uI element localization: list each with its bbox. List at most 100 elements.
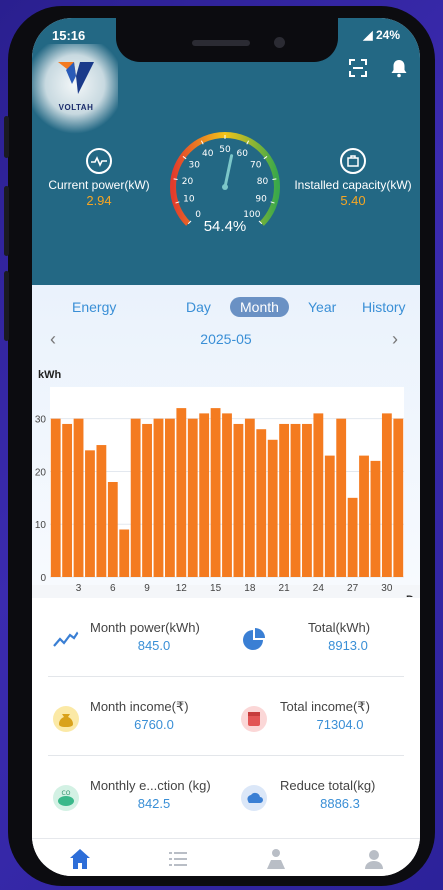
current-power-label: Current power(kW)	[48, 178, 150, 192]
brand-logo: VOLTAH	[54, 58, 98, 116]
month-power-label: Month power(kWh)	[90, 620, 200, 635]
user-icon[interactable]	[362, 847, 386, 871]
bar-day-10	[153, 418, 164, 577]
bar-day-30	[381, 413, 392, 577]
phone-side-button	[4, 186, 9, 256]
list-icon[interactable]	[166, 847, 190, 871]
stats-row-power: Month power(kWh) 845.0 Total(kWh) 8913.0	[32, 598, 420, 676]
tab-year[interactable]: Year	[308, 297, 336, 317]
month-navigator: ‹ 2025-05 ›	[32, 329, 420, 351]
x-tick-label: 21	[279, 583, 291, 594]
gauge-tick-label: 80	[257, 177, 269, 187]
bar-day-4	[85, 450, 95, 577]
bar-day-23	[302, 423, 312, 577]
bar-day-16	[222, 413, 232, 577]
x-tick-label: 24	[313, 583, 325, 594]
gauge-tick-label: 90	[255, 195, 267, 205]
gauge-tick	[272, 178, 277, 180]
tab-history[interactable]: History	[362, 297, 406, 317]
trend-chart-icon	[53, 631, 79, 647]
summary-stats: Month power(kWh) 845.0 Total(kWh) 8913.0…	[32, 598, 420, 838]
x-tick-label: 15	[210, 583, 222, 594]
app-screen: 15:16 ◢ 24% VOLTAH Current power(kW) 2.9…	[32, 18, 420, 876]
next-month-button[interactable]: ›	[392, 329, 398, 350]
reduce-total-cell[interactable]: Reduce total(kg) 8886.3	[226, 756, 420, 834]
reduce-total-label: Reduce total(kg)	[280, 778, 376, 793]
total-income-label: Total income(₹)	[280, 699, 370, 714]
installed-capacity-label: Installed capacity(kW)	[294, 178, 412, 192]
installed-capacity-value: 5.40	[340, 193, 366, 208]
total-income-value: 71304.0	[316, 717, 364, 732]
wallet-icon	[241, 706, 267, 732]
bar-day-6	[107, 482, 118, 577]
x-tick-label: 27	[347, 583, 359, 594]
scan-icon[interactable]	[348, 58, 368, 78]
gauge-tick	[173, 178, 178, 180]
bar-day-3	[73, 418, 84, 577]
total-power-cell[interactable]: Total(kWh) 8913.0	[226, 598, 420, 676]
bar-day-7	[119, 529, 130, 577]
gauge-tick-label: 70	[250, 161, 262, 171]
bar-day-26	[336, 418, 347, 577]
month-income-value: 6760.0	[134, 717, 174, 732]
pulse-icon	[86, 148, 112, 174]
energy-chart-card: Energy Day Month Year History ‹ 2025-05 …	[32, 285, 420, 597]
bar-day-28	[359, 455, 369, 577]
bar-day-22	[290, 423, 301, 577]
gauge-percent: 54.4%	[203, 218, 247, 235]
bar-day-15	[210, 408, 221, 577]
status-battery: ◢ 24%	[363, 28, 400, 42]
capacity-icon	[340, 148, 366, 174]
bell-icon[interactable]	[389, 58, 409, 78]
money-bag-icon	[53, 706, 79, 732]
y-tick-label: 20	[35, 467, 47, 478]
stats-row-emission: CO Monthly e...ction (kg) 842.5 Reduce t…	[32, 756, 420, 834]
bar-day-21	[279, 423, 290, 577]
installed-capacity-block: Installed capacity(kW) 5.40	[288, 148, 418, 208]
current-power-value: 2.94	[86, 193, 112, 208]
bar-day-17	[233, 423, 244, 577]
total-power-value: 8913.0	[328, 638, 368, 653]
bottom-navigation	[32, 838, 420, 876]
tab-day[interactable]: Day	[186, 297, 211, 317]
tab-month[interactable]: Month	[230, 297, 289, 317]
gauge-tick-label: 50	[219, 145, 231, 155]
bar-day-31	[393, 418, 404, 577]
month-power-value: 845.0	[137, 638, 171, 653]
reduce-total-value: 8886.3	[320, 796, 360, 811]
bar-day-1	[50, 418, 61, 577]
gauge-tick-label: 40	[202, 149, 214, 159]
co2-leaf-icon: CO	[53, 785, 79, 811]
bar-day-2	[62, 423, 73, 577]
phone-side-button	[4, 116, 9, 158]
current-power-block: Current power(kW) 2.94	[38, 148, 160, 208]
y-tick-label: 0	[40, 573, 46, 584]
y-tick-label: 10	[35, 520, 47, 531]
month-power-cell[interactable]: Month power(kWh) 845.0	[32, 598, 226, 676]
total-power-label: Total(kWh)	[308, 620, 371, 635]
bar-day-18	[244, 418, 255, 577]
svg-text:CO: CO	[62, 790, 71, 797]
map-person-icon[interactable]	[264, 847, 288, 871]
x-tick-label: 30	[381, 583, 393, 594]
home-icon[interactable]	[68, 847, 92, 871]
month-income-label: Month income(₹)	[90, 699, 189, 714]
gauge-tick-label: 60	[237, 149, 249, 159]
battery-percent: 24%	[375, 28, 400, 42]
tab-energy[interactable]: Energy	[72, 297, 116, 317]
bar-day-5	[96, 445, 107, 577]
bar-day-19	[256, 429, 267, 577]
bar-day-29	[370, 460, 381, 577]
signal-icon: ◢	[363, 28, 376, 42]
x-axis-unit: D	[406, 594, 414, 597]
co2-cloud-icon	[241, 785, 267, 811]
x-tick-label: 3	[76, 583, 82, 594]
pie-chart-icon	[243, 628, 265, 650]
monthly-reduction-cell[interactable]: CO Monthly e...ction (kg) 842.5	[32, 756, 226, 834]
daily-energy-bar-chart: 0 10 20 30 3 6 9 12 15 18 21 24 27 30 D	[35, 387, 414, 597]
total-income-cell[interactable]: Total income(₹) 71304.0	[226, 677, 420, 755]
y-tick-label: 30	[35, 415, 47, 426]
x-tick-label: 6	[110, 583, 116, 594]
month-income-cell[interactable]: Month income(₹) 6760.0	[32, 677, 226, 755]
monthly-reduction-value: 842.5	[137, 796, 171, 811]
